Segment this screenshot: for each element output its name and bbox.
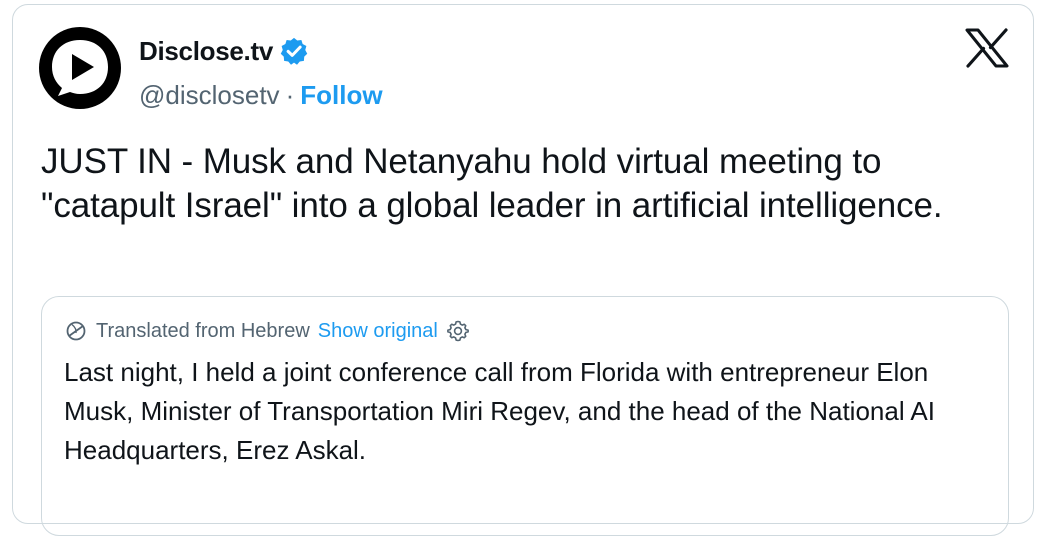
translate-globe-icon — [66, 321, 86, 341]
tweet-text: JUST IN - Musk and Netanyahu hold virtua… — [41, 142, 943, 225]
avatar[interactable] — [39, 27, 121, 109]
show-original-link[interactable]: Show original — [318, 320, 438, 343]
translated-label: Translated from Hebrew — [96, 319, 310, 342]
translation-row: Translated from Hebrew Show original — [64, 317, 470, 345]
author-line: Disclose.tv — [139, 34, 309, 68]
author-name[interactable]: Disclose.tv — [139, 36, 273, 67]
quoted-post[interactable]: Translated from Hebrew Show original Las… — [41, 296, 1009, 536]
follow-button[interactable]: Follow — [300, 80, 382, 111]
handle-line: @disclosetv · Follow — [139, 78, 383, 112]
quoted-post-text: Last night, I held a joint conference ca… — [64, 357, 935, 465]
gear-icon[interactable] — [446, 319, 470, 343]
handle-separator: · — [285, 79, 295, 110]
x-logo-icon[interactable] — [965, 28, 1009, 68]
author-handle[interactable]: @disclosetv — [139, 80, 280, 111]
play-bubble-icon — [52, 40, 108, 96]
verified-badge-icon — [280, 37, 308, 65]
